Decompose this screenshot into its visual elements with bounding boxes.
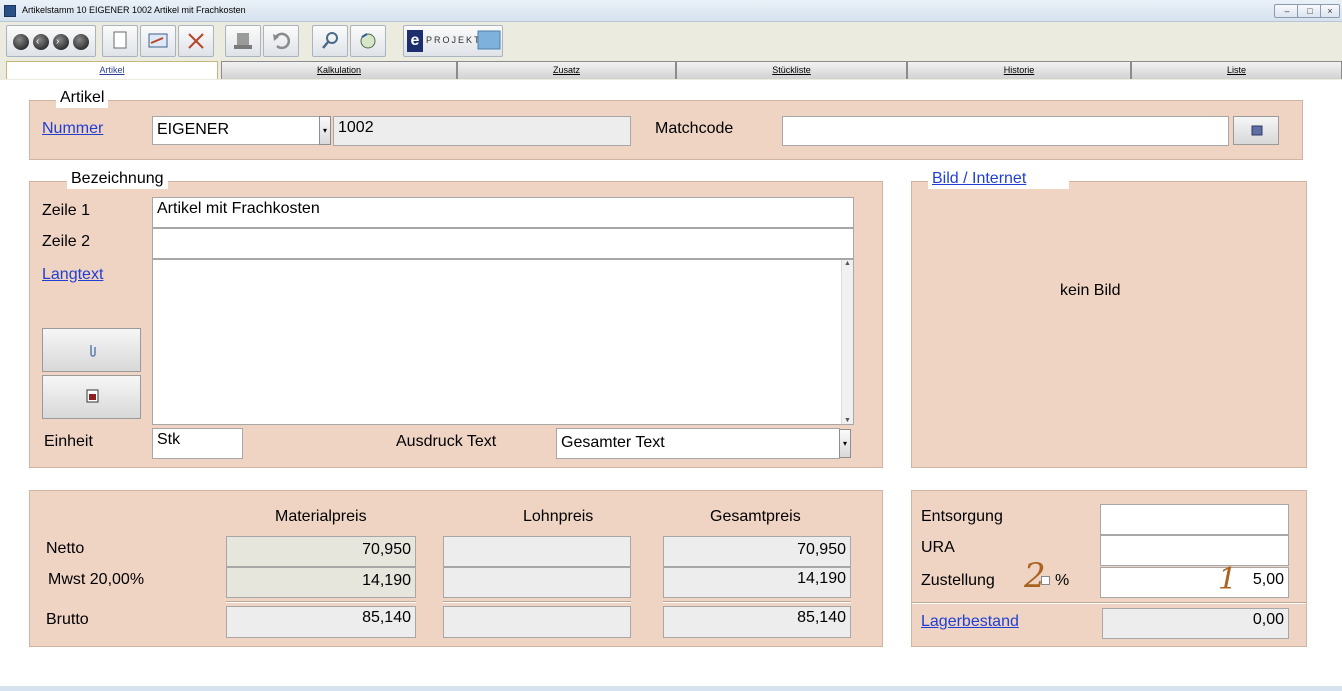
search-icon — [322, 32, 338, 49]
zustellung-input[interactable]: 5,00 — [1100, 567, 1289, 598]
ausdruck-label: Ausdruck Text — [396, 433, 497, 450]
lagerbestand-field: 0,00 — [1102, 608, 1289, 639]
nummer-prefix-select[interactable]: EIGENER — [152, 116, 320, 145]
refresh-globe-icon — [360, 33, 376, 49]
ura-label: URA — [921, 539, 955, 556]
gesamtpreis-header: Gesamtpreis — [710, 508, 801, 525]
zeile1-input[interactable]: Artikel mit Frachkosten — [152, 197, 854, 228]
delete-button[interactable] — [178, 25, 214, 57]
mwst-label: Mwst 20,00% — [48, 571, 145, 588]
window-title: Artikelstamm 10 EIGENER 1002 Artikel mit… — [22, 5, 246, 15]
text-module-button[interactable] — [42, 375, 141, 419]
bezeichnung-legend: Bezeichnung — [67, 169, 168, 189]
lagerbestand-link[interactable]: Lagerbestand — [921, 613, 1019, 631]
window-bottom-border — [0, 686, 1342, 691]
artikel-legend: Artikel — [56, 88, 109, 108]
tab-historie[interactable]: Historie — [907, 61, 1131, 79]
eprojekt-monitor-icon — [477, 30, 501, 50]
entsorgung-input[interactable] — [1100, 504, 1289, 535]
app-icon — [4, 5, 16, 17]
delete-icon — [188, 33, 204, 49]
ausdruck-dropdown-icon[interactable]: ▾ — [839, 429, 851, 458]
einheit-label: Einheit — [44, 433, 93, 450]
brutto-gesamt-field: 85,140 — [663, 606, 851, 638]
tab-zusatz[interactable]: Zusatz — [457, 61, 676, 79]
entsorgung-label: Entsorgung — [921, 508, 1003, 525]
nummer-prefix-dropdown-icon[interactable]: ▾ — [319, 116, 331, 145]
edit-form-icon — [148, 33, 168, 48]
netto-lohn-field — [443, 536, 631, 567]
ura-input[interactable] — [1100, 535, 1289, 566]
new-button[interactable] — [102, 25, 138, 57]
tab-artikel[interactable]: Artikel — [6, 61, 218, 79]
matchcode-button[interactable] — [1233, 116, 1279, 145]
matchcode-input[interactable] — [782, 116, 1229, 146]
bild-internet-link[interactable]: Bild / Internet — [928, 169, 1069, 189]
scroll-down-icon[interactable]: ▼ — [842, 417, 853, 424]
undo-button[interactable] — [263, 25, 299, 57]
first-record-icon[interactable] — [13, 34, 29, 50]
matchcode-label: Matchcode — [655, 120, 734, 137]
bild-panel — [911, 181, 1307, 468]
annotation-mark-1: 1 — [1218, 562, 1238, 597]
brutto-lohn-field — [443, 606, 631, 638]
nummer-value-field: 1002 — [333, 116, 631, 146]
brutto-material-field: 85,140 — [226, 606, 416, 638]
netto-gesamt-field: 70,950 — [663, 536, 851, 567]
undo-icon — [273, 32, 291, 50]
einheit-input[interactable]: Stk — [152, 428, 243, 459]
document-stamp-icon — [86, 389, 99, 403]
mwst-material-field: 14,190 — [226, 567, 416, 598]
new-document-icon — [113, 31, 127, 49]
lohn-separator — [443, 601, 631, 603]
zustellung-percent-unit: % — [1055, 572, 1070, 589]
lager-separator — [912, 602, 1306, 604]
lohnpreis-header: Lohnpreis — [523, 508, 594, 525]
zeile2-input[interactable] — [152, 228, 854, 259]
ausdruck-select[interactable]: Gesamter Text — [556, 428, 840, 459]
save-icon — [234, 33, 252, 49]
gesamt-separator — [663, 601, 851, 603]
tab-bar: Artikel Kalkulation Zusatz Stückliste Hi… — [0, 60, 1342, 80]
previous-record-icon[interactable]: ‹ — [33, 34, 49, 50]
eprojekt-button[interactable]: e PROJEKT: — [403, 25, 503, 57]
tab-kalkulation[interactable]: Kalkulation — [221, 61, 457, 79]
netto-material-field: 70,950 — [226, 536, 416, 567]
scroll-up-icon[interactable]: ▲ — [842, 260, 853, 267]
refresh-button[interactable] — [350, 25, 386, 57]
toolbar: ‹ › e PROJEKT: — [0, 22, 1342, 60]
langtext-scrollbar[interactable]: ▲ ▼ — [841, 260, 853, 424]
zeile1-label: Zeile 1 — [42, 202, 91, 219]
notepad-icon — [1251, 125, 1263, 136]
zeile2-label: Zeile 2 — [42, 233, 91, 250]
materialpreis-header: Materialpreis — [275, 508, 367, 525]
edit-button[interactable] — [140, 25, 176, 57]
save-button[interactable] — [225, 25, 261, 57]
tab-stueckliste[interactable]: Stückliste — [676, 61, 907, 79]
close-button[interactable]: × — [1320, 4, 1340, 18]
material-separator — [226, 601, 416, 603]
zustellung-label: Zustellung — [921, 572, 995, 589]
last-record-icon[interactable] — [73, 34, 89, 50]
window-titlebar: Artikelstamm 10 EIGENER 1002 Artikel mit… — [0, 0, 1342, 22]
attach-button[interactable] — [42, 328, 141, 372]
kein-bild-text: kein Bild — [1060, 282, 1121, 299]
tab-liste[interactable]: Liste — [1131, 61, 1342, 79]
mwst-gesamt-field: 14,190 — [663, 567, 851, 598]
langtext-link[interactable]: Langtext — [42, 266, 103, 284]
brutto-label: Brutto — [46, 611, 89, 628]
navigation-group: ‹ › — [6, 25, 96, 57]
langtext-textarea[interactable] — [152, 259, 854, 425]
search-button[interactable] — [312, 25, 348, 57]
nummer-link[interactable]: Nummer — [42, 120, 103, 138]
next-record-icon[interactable]: › — [53, 34, 69, 50]
paperclip-icon — [90, 345, 96, 357]
eprojekt-logo-letter: e — [407, 30, 423, 52]
netto-label: Netto — [46, 540, 85, 557]
mwst-lohn-field — [443, 567, 631, 598]
annotation-mark-2: 2 — [1024, 556, 1046, 596]
